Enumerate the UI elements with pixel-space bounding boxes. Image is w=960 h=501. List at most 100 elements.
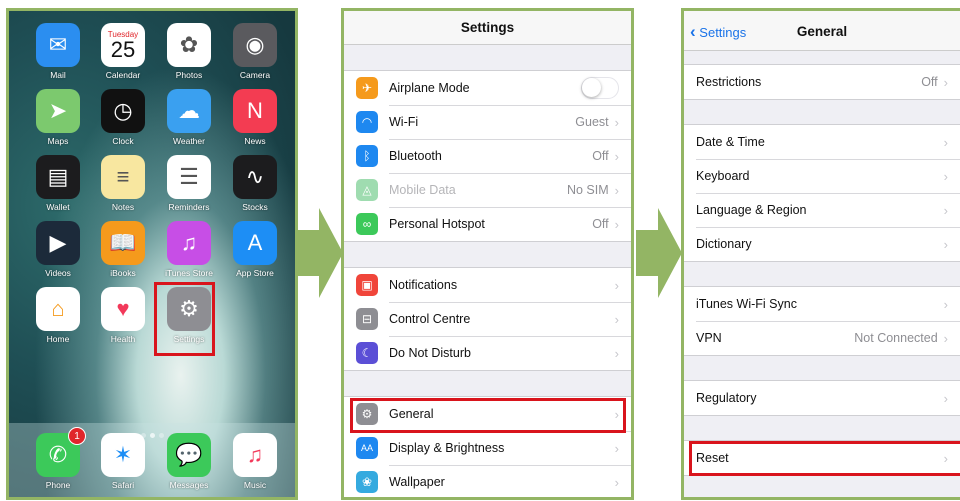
settings-group-connectivity: ✈ Airplane Mode ◠ Wi-Fi Guest › ᛒ Bluetooth Off ›… [344,70,631,242]
row-control-centre[interactable]: ⊟ Control Centre › [344,302,631,336]
app-stocks[interactable]: ∿ Stocks [229,155,281,212]
dock-app-messages[interactable]: 💬 Messages [163,433,215,490]
chevron-right-icon: › [614,440,619,456]
app-ibooks[interactable]: 📖 iBooks [97,221,149,278]
app-calendar[interactable]: Tuesday 25 Calendar [97,23,149,80]
row-mobile-data[interactable]: ◬ Mobile Data No SIM › [344,173,631,207]
row-label: Control Centre [389,312,471,326]
row-wi-fi[interactable]: ◠ Wi-Fi Guest › [344,105,631,139]
weather-icon: ☁ [167,89,211,133]
dock: ✆ 1 Phone ✶ Safari 💬 Messages ♫ Music [9,423,295,497]
wifi-icon: ◠ [356,111,378,133]
app-health[interactable]: ♥ Health [97,287,149,344]
row-display-and-brightness[interactable]: AA Display & Brightness › [344,431,631,465]
row-dictionary[interactable]: Dictionary › [684,227,960,261]
app-app-store[interactable]: A App Store [229,221,281,278]
app-reminders[interactable]: ☰ Reminders [163,155,215,212]
settings-group-notifications: ▣ Notifications › ⊟ Control Centre › ☾ Do Not D… [344,267,631,371]
app-store-icon: A [233,221,277,265]
do-not-disturb-icon: ☾ [356,342,378,364]
app-label: Phone [45,480,71,490]
news-icon: N [233,89,277,133]
airplane-icon: ✈ [356,77,378,99]
app-label: Weather [173,136,205,146]
chevron-right-icon: › [943,74,948,90]
app-photos[interactable]: ✿ Photos [163,23,215,80]
app-label: Maps [47,136,69,146]
row-value: Guest [575,115,609,129]
row-regulatory[interactable]: Regulatory › [684,381,960,415]
general-group-restrictions: Restrictions Off › [684,64,960,100]
maps-icon: ➤ [36,89,80,133]
arrow-right-icon [636,208,682,298]
dock-app-phone[interactable]: ✆ 1 Phone [32,427,86,490]
page-title: General [796,24,848,39]
chevron-right-icon: › [614,311,619,327]
row-vpn[interactable]: VPN Not Connected › [684,321,960,355]
app-label: Calendar [105,70,141,80]
app-label: Home [46,334,70,344]
row-personal-hotspot[interactable]: ∞ Personal Hotspot Off › [344,207,631,241]
row-label: Keyboard [696,169,750,183]
row-label: Display & Brightness [389,441,505,455]
safari-icon: ✶ [101,433,145,477]
app-label: Safari [111,480,135,490]
row-label: Dictionary [696,237,752,251]
row-language-and-region[interactable]: Language & Region › [684,193,960,227]
row-bluetooth[interactable]: ᛒ Bluetooth Off › [344,139,631,173]
row-wallpaper[interactable]: ❀ Wallpaper › [344,465,631,497]
chevron-right-icon: › [614,345,619,361]
videos-icon: ▶ [36,221,80,265]
general-group-regulatory: Regulatory › [684,380,960,416]
app-camera[interactable]: ◉ Camera [229,23,281,80]
row-label: Date & Time [696,135,765,149]
notes-icon: ≡ [101,155,145,199]
row-label: Regulatory [696,391,757,405]
row-label: Wi-Fi [389,115,419,129]
row-label: Wallpaper [389,475,445,489]
app-label: Reminders [168,202,210,212]
airplane-mode-toggle[interactable] [581,77,619,99]
home-screen-panel: ✉ Mail Tuesday 25 Calendar ✿ Photos ◉ Camera ➤ Map… [6,8,298,500]
nav-bar: Settings [344,11,631,45]
mobile-data-icon: ◬ [356,179,378,201]
app-label: Clock [112,136,134,146]
app-itunes-store[interactable]: ♫ iTunes Store [163,221,215,278]
notification-badge: 1 [68,427,86,445]
app-notes[interactable]: ≡ Notes [97,155,149,212]
row-notifications[interactable]: ▣ Notifications › [344,268,631,302]
app-home[interactable]: ⌂ Home [32,287,84,344]
camera-icon: ◉ [233,23,277,67]
general-group-sync: iTunes Wi-Fi Sync › VPN Not Connected › [684,286,960,356]
reminders-icon: ☰ [167,155,211,199]
chevron-right-icon: › [943,236,948,252]
row-date-and-time[interactable]: Date & Time › [684,125,960,159]
app-wallet[interactable]: ▤ Wallet [32,155,84,212]
row-airplane-mode[interactable]: ✈ Airplane Mode [344,71,631,105]
row-keyboard[interactable]: Keyboard › [684,159,960,193]
hotspot-icon: ∞ [356,213,378,235]
row-label: Bluetooth [389,149,442,163]
general-highlight-box [350,398,626,433]
calendar-date: 25 [110,36,136,62]
app-mail[interactable]: ✉ Mail [32,23,84,80]
row-do-not-disturb[interactable]: ☾ Do Not Disturb › [344,336,631,370]
chevron-right-icon: › [943,390,948,406]
app-news[interactable]: N News [229,89,281,146]
notifications-icon: ▣ [356,274,378,296]
chevron-right-icon: › [614,216,619,232]
dock-app-safari[interactable]: ✶ Safari [97,433,149,490]
calendar-icon: Tuesday 25 [101,23,145,67]
app-maps[interactable]: ➤ Maps [32,89,84,146]
row-restrictions[interactable]: Restrictions Off › [684,65,960,99]
dock-app-music[interactable]: ♫ Music [229,433,281,490]
clock-icon: ◷ [101,89,145,133]
app-weather[interactable]: ☁ Weather [163,89,215,146]
phone-icon: ✆ 1 [36,427,86,477]
home-icon: ⌂ [36,287,80,331]
app-clock[interactable]: ◷ Clock [97,89,149,146]
app-videos[interactable]: ▶ Videos [32,221,84,278]
row-itunes-wi-fi-sync[interactable]: iTunes Wi-Fi Sync › [684,287,960,321]
app-label: Camera [239,70,271,80]
settings-panel: Settings ✈ Airplane Mode ◠ Wi-Fi Guest › ᛒ Blue… [341,8,634,500]
